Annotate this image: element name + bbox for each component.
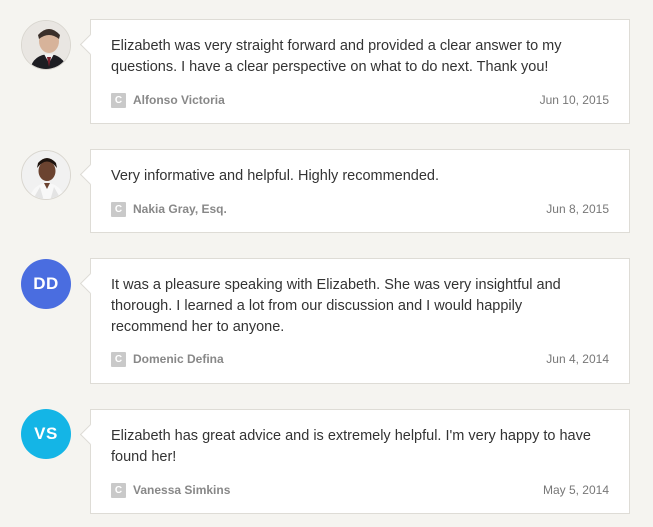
reviewer-avatar-photo[interactable]: [21, 150, 71, 200]
review-date: Jun 8, 2015: [546, 202, 609, 216]
review-text: It was a pleasure speaking with Elizabet…: [111, 277, 561, 335]
review-text: Elizabeth has great advice and is extrem…: [111, 428, 591, 465]
client-badge-icon: C: [111, 201, 126, 217]
review-card: Very informative and helpful. Highly rec…: [90, 149, 630, 233]
review-card: Elizabeth has great advice and is extrem…: [90, 409, 630, 514]
review-meta: C Alfonso Victoria Jun 10, 2015: [111, 92, 609, 108]
man-portrait-icon: [22, 21, 70, 69]
review-author[interactable]: Nakia Gray, Esq.: [133, 202, 227, 216]
review-author[interactable]: Alfonso Victoria: [133, 93, 225, 107]
review-author[interactable]: Vanessa Simkins: [133, 483, 230, 497]
review-date: Jun 10, 2015: [539, 93, 609, 107]
review-card: It was a pleasure speaking with Elizabet…: [90, 258, 630, 384]
reviewer-avatar-initials[interactable]: VS: [21, 409, 71, 459]
review-meta: C Vanessa Simkins May 5, 2014: [111, 482, 609, 498]
reviewer-avatar-photo[interactable]: [21, 20, 71, 70]
reviewer-avatar-initials[interactable]: DD: [21, 259, 71, 309]
review-card: Elizabeth was very straight forward and …: [90, 19, 630, 124]
review-author[interactable]: Domenic Defina: [133, 352, 224, 366]
woman-portrait-icon: [22, 151, 70, 199]
review-meta: C Domenic Defina Jun 4, 2014: [111, 351, 609, 367]
client-badge-icon: C: [111, 351, 126, 367]
client-badge-icon: C: [111, 482, 126, 498]
review-meta: C Nakia Gray, Esq. Jun 8, 2015: [111, 201, 609, 217]
review-date: Jun 4, 2014: [546, 352, 609, 366]
review-text: Elizabeth was very straight forward and …: [111, 38, 562, 75]
client-badge-icon: C: [111, 92, 126, 108]
review-date: May 5, 2014: [542, 483, 609, 497]
review-text: Very informative and helpful. Highly rec…: [111, 168, 440, 184]
